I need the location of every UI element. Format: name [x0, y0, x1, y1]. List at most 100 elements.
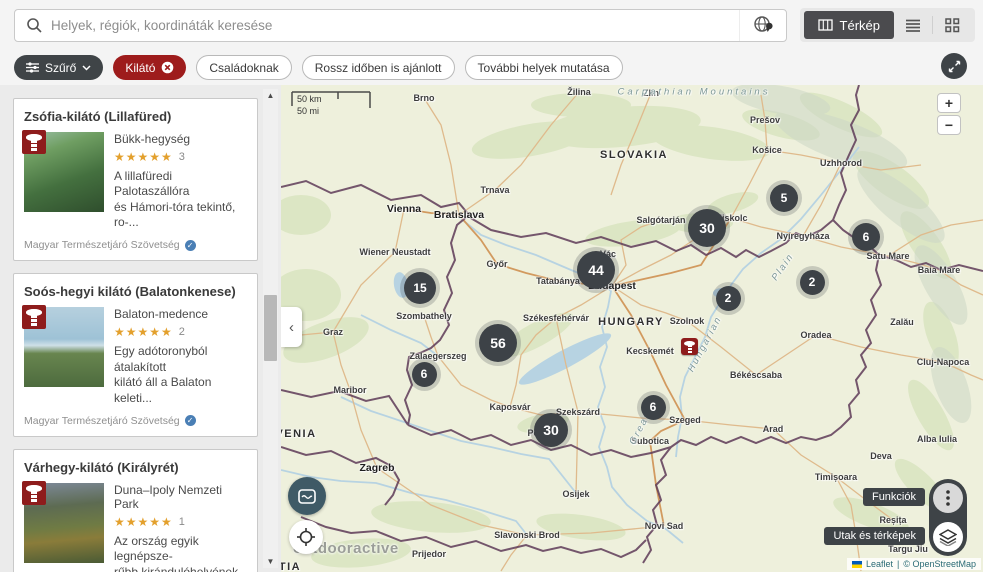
leaflet-link[interactable]: Leaflet	[866, 559, 893, 569]
map-cluster-marker[interactable]: 6	[852, 223, 880, 251]
filter-button[interactable]: Szűrő	[14, 55, 104, 80]
map-cluster-marker[interactable]: 44	[577, 251, 615, 289]
card-region: Duna–Ipoly Nemzeti Park	[114, 482, 223, 511]
zoom-in-button[interactable]: +	[937, 93, 961, 113]
review-count: 1	[178, 515, 185, 528]
map-cluster-marker[interactable]: 2	[799, 269, 825, 295]
map-label: Graz	[322, 327, 344, 337]
language-globe-button[interactable]	[739, 9, 786, 41]
map-cluster-marker[interactable]: 15	[404, 272, 436, 304]
zoom-control: + −	[937, 93, 961, 135]
map-label: Bratislava	[433, 209, 485, 221]
map-cluster-marker[interactable]: 2	[715, 285, 741, 311]
map-label: Brno	[413, 93, 435, 103]
grid-icon	[944, 17, 959, 32]
map-label: Salgótarján	[636, 215, 686, 225]
map-label: Uzhhorod	[820, 158, 862, 168]
map-label: Kaposvár	[489, 402, 531, 412]
outdooractive-app: Helyek, régiók, koordináták keresése Tér…	[0, 0, 983, 572]
scroll-up-arrow[interactable]: ▲	[263, 91, 278, 100]
map-cluster-marker[interactable]: 56	[479, 324, 517, 362]
map-cluster-marker[interactable]: 5	[770, 184, 798, 212]
map-label: Arad	[762, 424, 784, 434]
filter-chip-rossz-idoben[interactable]: Rossz időben is ajánlott	[301, 55, 455, 80]
card-source: Magyar Természetjáró Szövetség	[24, 239, 180, 252]
rating-stars: ★★★★★	[114, 150, 173, 164]
filterbar: Szűrő Kilátó Családoknak Rossz időben is…	[0, 50, 983, 85]
sidebar-collapse-button[interactable]: ‹	[281, 307, 302, 347]
map-label: Timișoara	[814, 472, 858, 482]
search-icon	[27, 18, 42, 33]
map-label: Prijedor	[411, 549, 447, 559]
map-label: Szolnok	[669, 316, 705, 326]
map-label: SLOVAKIA	[599, 149, 669, 161]
map-label: Baia Mare	[917, 265, 961, 275]
map-canvas[interactable]: Brno Zlín Žilina Prešov Košice Uzhhorod SLOVAK…	[281, 85, 983, 572]
layers-button[interactable]	[933, 522, 963, 552]
map-label: Tatabánya	[536, 276, 580, 286]
map-label: Prešov	[749, 115, 781, 125]
functions-button[interactable]	[933, 483, 963, 513]
card-title: Várhegy-kilátó (Királyrét)	[24, 459, 179, 475]
map-legend-button[interactable]	[288, 477, 326, 515]
card-title: Zsófia-kilátó (Lillafüred)	[24, 109, 172, 124]
map-label: Győr	[486, 259, 508, 269]
map-cluster-marker[interactable]: 30	[688, 209, 726, 247]
map-label: TIA	[281, 561, 302, 572]
map-label: Oradea	[800, 330, 832, 340]
scrollbar-thumb[interactable]	[264, 295, 277, 361]
search-placeholder: Helyek, régiók, koordináták keresése	[51, 17, 273, 33]
map-cluster-marker[interactable]: 6	[411, 361, 437, 387]
map-label: Satu Mare	[866, 251, 910, 261]
osm-link[interactable]: © OpenStreetMap	[903, 559, 976, 569]
map-label: Slavonski Brod	[494, 530, 560, 540]
map-label: HUNGARY	[598, 316, 664, 328]
verified-icon: ✓	[184, 415, 196, 427]
filter-chip-tovabbi-helyek[interactable]: További helyek mutatása	[464, 55, 623, 80]
locate-me-button[interactable]	[289, 520, 323, 554]
layers-icon	[939, 528, 957, 546]
search-input[interactable]: Helyek, régiók, koordináták keresése	[14, 8, 787, 42]
result-card-varhegy-kilato[interactable]: Várhegy-kilátó (Királyrét) Duna–Ipoly Ne…	[13, 448, 258, 572]
active-filter-label: Kilátó	[125, 60, 156, 75]
attribution-divider: |	[896, 559, 900, 569]
map-view-button[interactable]: Térkép	[803, 11, 894, 39]
card-source: Magyar Természetjáró Szövetség	[24, 414, 180, 427]
map-tool-stack	[929, 479, 967, 556]
zoom-out-button[interactable]: −	[937, 115, 961, 135]
lookout-tower-badge-icon	[22, 130, 46, 154]
card-region: Balaton-medence	[114, 307, 209, 322]
result-card-soos-hegyi-kilato[interactable]: Soós-hegyi kilátó (Balatonkenese) Balato…	[13, 273, 258, 437]
map-label: Osijek	[562, 489, 590, 499]
card-photo	[22, 130, 104, 212]
ukraine-flag-icon	[851, 560, 862, 568]
map-view-label: Térkép	[839, 17, 880, 33]
map-label: Nyíregyháza	[776, 231, 830, 241]
map-label: Deva	[870, 451, 892, 461]
result-card-zsofia-kilato[interactable]: Zsófia-kilátó (Lillafüred) Bükk-hegység …	[13, 98, 258, 262]
remove-filter-icon[interactable]	[161, 61, 174, 74]
fullscreen-button[interactable]	[941, 53, 967, 79]
sidebar-scrollbar[interactable]: ▲ ▼	[263, 89, 278, 568]
list-view-button[interactable]	[894, 11, 932, 39]
list-icon	[906, 19, 920, 32]
map-label: Carpathian Mountains	[617, 86, 771, 98]
scroll-down-arrow[interactable]: ▼	[263, 557, 278, 566]
scale-mi-label: 50 mi	[297, 106, 319, 116]
map-label: Novi Sad	[644, 521, 684, 531]
routes-maps-tooltip: Utak és térképek	[824, 527, 925, 545]
active-filter-chip-kilato[interactable]: Kilátó	[113, 55, 187, 80]
lookout-tower-map-marker[interactable]	[681, 338, 698, 355]
map-cluster-marker[interactable]: 6	[640, 394, 666, 420]
map-label: VENIA	[281, 428, 317, 440]
rating-stars: ★★★★★	[114, 325, 173, 340]
grid-view-button[interactable]	[933, 11, 971, 39]
map-icon	[817, 19, 833, 31]
filter-chip-csaladoknak[interactable]: Családoknak	[196, 55, 292, 80]
map-cluster-marker[interactable]: 30	[534, 413, 568, 447]
map-label: Zagreb	[359, 462, 395, 474]
card-photo	[22, 480, 104, 563]
map-label: Žilina	[567, 87, 591, 97]
review-count: 2	[178, 326, 185, 339]
rating-stars: ★★★★★	[114, 514, 173, 529]
